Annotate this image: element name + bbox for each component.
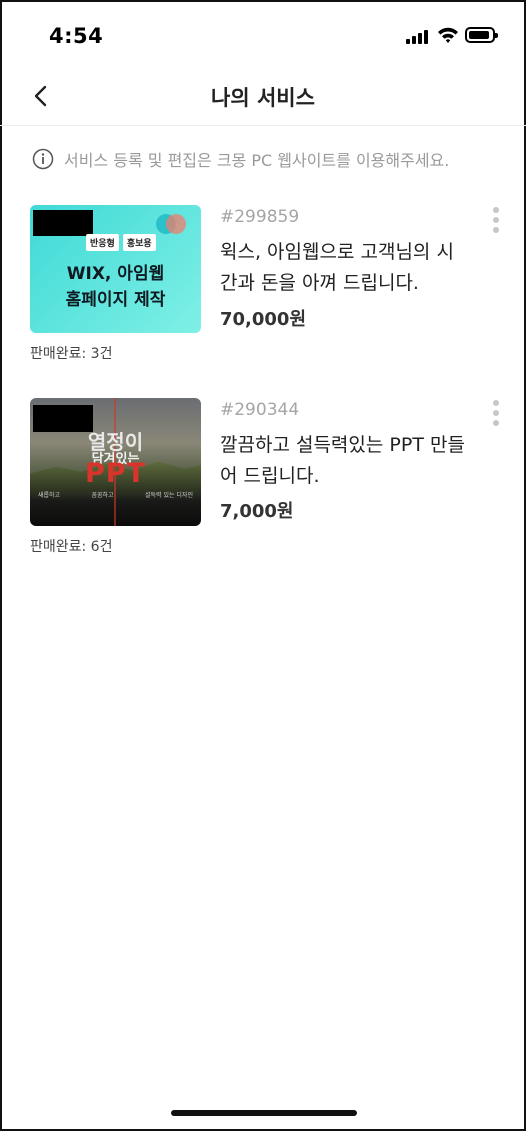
service-number: #290344 [220,400,300,420]
service-price: 70,000원 [220,309,307,330]
service-thumbnail[interactable]: 열정이 담겨있는 PPT 새롭하고 꼼꼼하고 설득력 있는 디자인 [30,398,201,526]
battery-icon [465,27,498,43]
redacted-block [33,210,93,236]
more-options-icon[interactable] [487,207,505,237]
service-item[interactable]: 반응형 홍보용 WIX, 아임웹 홈페이지 제작 판매완료: 3건 #29985… [0,205,526,365]
app-header: 나의 서비스 [0,66,526,126]
notice-text: 서비스 등록 및 편집은 크몽 PC 웹사이트를 이용해주세요. [64,151,450,170]
home-indicator[interactable] [171,1110,357,1116]
service-number: #299859 [220,207,300,227]
thumb-tag: 홍보용 [122,234,156,251]
thumb-subtext-item: 새롭하고 [38,492,61,499]
thumb-headline: 홈페이지 제작 [65,290,166,310]
thumb-headline: PPT [85,458,146,489]
service-title[interactable]: 깔끔하고 설득력있는 PPT 만들어 드립니다. [220,430,470,492]
info-icon [32,148,54,170]
status-bar: 4:54 [0,0,526,66]
service-title[interactable]: 윅스, 아임웹으로 고객님의 시간과 돈을 아껴 드립니다. [220,237,470,299]
thumb-subtext-item: 설득력 있는 디자인 [145,492,193,499]
page-title: 나의 서비스 [211,86,315,110]
sold-count: 판매완료: 3건 [30,346,113,362]
decorative-circles [156,214,186,234]
sold-count: 판매완료: 6건 [30,539,113,555]
thumb-headline: WIX, 아임웹 [66,264,165,284]
service-item[interactable]: 열정이 담겨있는 PPT 새롭하고 꼼꼼하고 설득력 있는 디자인 판매완료: … [0,398,526,558]
notice-banner: 서비스 등록 및 편집은 크몽 PC 웹사이트를 이용해주세요. [32,146,449,172]
thumb-tag: 반응형 [86,234,119,251]
service-price: 7,000원 [220,501,294,522]
thumb-subtext: 새롭하고 꼼꼼하고 설득력 있는 디자인 [38,490,193,499]
wifi-icon [438,27,458,43]
more-options-icon[interactable] [487,400,505,430]
status-time: 4:54 [49,24,104,48]
cellular-signal-icon [406,30,428,44]
service-thumbnail[interactable]: 반응형 홍보용 WIX, 아임웹 홈페이지 제작 [30,205,201,333]
thumb-subtext-item: 꼼꼼하고 [91,492,114,499]
